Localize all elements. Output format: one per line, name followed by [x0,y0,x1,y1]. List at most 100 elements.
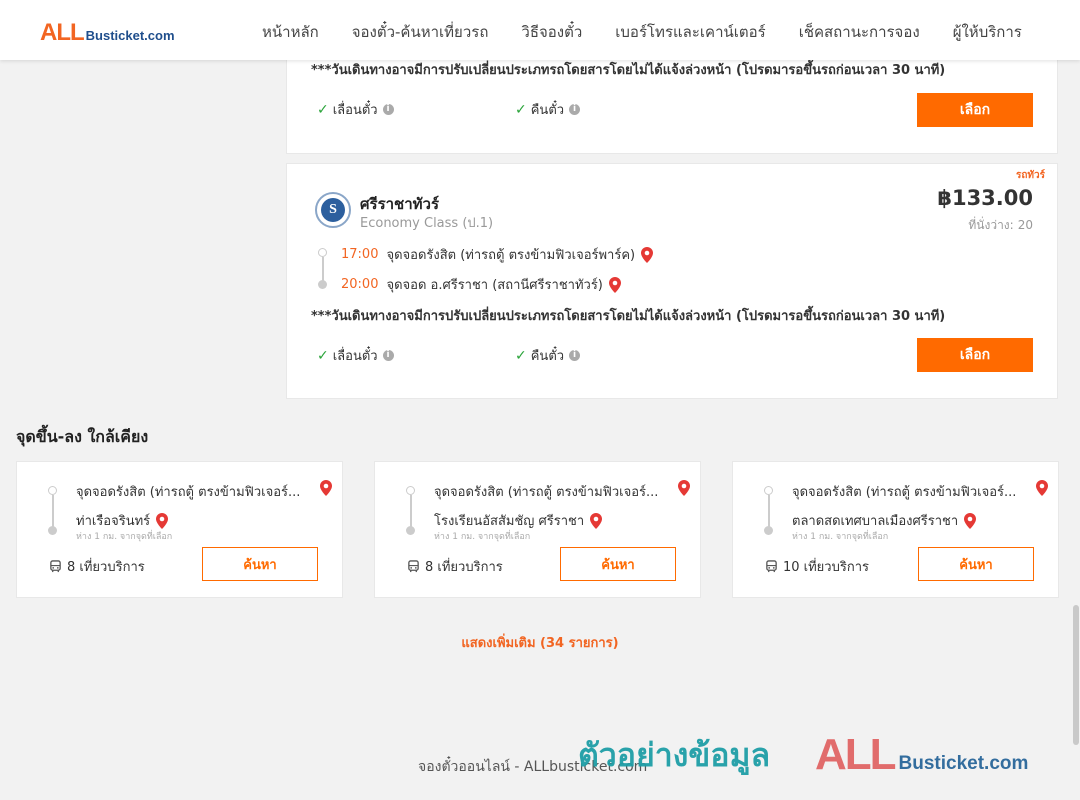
nearby-to: ตลาดสดเทศบาลเมืองศรีราชา [792,510,977,531]
operator-logo-letter: S [321,198,345,222]
check-icon: ✓ [515,101,527,118]
operator-class: Economy Class (ป.1) [360,216,494,231]
timeline-start-dot [48,486,57,495]
ticket-price: ฿133.00 [937,186,1033,210]
map-pin-icon[interactable] [1036,480,1048,496]
site-logo[interactable]: ALL Busticket.com [40,19,175,47]
operator-logo: S [315,192,351,228]
watermark-logo-all: ALL [815,730,897,779]
timeline-end-dot [764,526,773,535]
seats-available: ที่นั่งว่าง: 20 [968,216,1033,235]
nearby-from-name: จุดจอดรังสิต (ท่ารถตู้ ตรงข้ามฟิวเจอร์..… [76,485,301,500]
map-pin-icon[interactable] [608,276,621,293]
map-pin-icon[interactable] [964,512,977,529]
departure-stop: 17:00 จุดจอดรังสิต (ท่ารถตู้ ตรงข้ามฟิวเ… [341,244,654,265]
nearby-to: โรงเรียนอัสสัมชัญ ศรีราชา [434,510,603,531]
map-pin-icon[interactable] [678,480,690,496]
nearby-to-name: โรงเรียนอัสสัมชัญ ศรีราชา [434,514,585,529]
seats-label: ที่นั่งว่าง: [968,218,1014,232]
timeline-start-dot [318,248,327,257]
nav-home[interactable]: หน้าหลัก [262,20,319,44]
watermark-logo: ALL Busticket.com [815,730,1028,780]
timeline-line [768,495,770,527]
nearby-trips-label: 8 เที่ยวบริการ [425,560,503,575]
info-icon[interactable]: i [569,104,581,115]
bus-icon [766,560,777,573]
search-button[interactable]: ค้นหา [918,547,1034,581]
select-button[interactable]: เลือก [917,338,1033,372]
watermark-text: ตัวอย่างข้อมูล [578,736,771,774]
search-button[interactable]: ค้นหา [560,547,676,581]
check-icon: ✓ [515,347,527,364]
route-card: รถทัวร์ S ศรีราชาทัวร์ Economy Class (ป.… [286,163,1058,399]
watermark-logo-rest: Busticket.com [898,753,1029,774]
nearby-distance: ห่าง 1 กม. จากจุดที่เลือก [434,532,531,542]
nearby-from-name: จุดจอดรังสิต (ท่ารถตู้ ตรงข้ามฟิวเจอร์..… [792,485,1017,500]
feature-refund: ✓ คืนตั๋ว i [515,99,581,120]
feature-reschedule-label: เลื่อนตั๋ว [332,103,378,118]
nav-check-booking[interactable]: เช็คสถานะการจอง [799,20,920,44]
timeline-line [410,495,412,527]
arrival-stop: 20:00 จุดจอด อ.ศรีราชา (สถานีศรีราชาทัวร… [341,274,621,295]
arrive-stop-name: จุดจอด อ.ศรีราชา (สถานีศรีราชาทัวร์) [386,278,603,293]
map-pin-icon[interactable] [156,512,169,529]
nav-operators[interactable]: ผู้ให้บริการ [953,20,1022,44]
feature-refund-label: คืนตั๋ว [530,349,565,364]
show-more-link[interactable]: แสดงเพิ่มเติม (34 รายการ) [0,632,1080,653]
feature-reschedule: ✓ เลื่อนตั๋ว i [317,99,394,120]
feature-refund-label: คืนตั๋ว [530,103,565,118]
nearby-card: จุดจอดรังสิต (ท่ารถตู้ ตรงข้ามฟิวเจอร์..… [374,461,701,598]
nearby-to-name: ตลาดสดเทศบาลเมืองศรีราชา [792,514,959,529]
main-nav: หน้าหลัก จองตั๋ว-ค้นหาเที่ยวรถ วิธีจองตั… [262,20,1055,44]
nearby-trips: 10 เที่ยวบริการ [765,556,869,577]
map-pin-icon[interactable] [320,480,332,496]
nearby-trips: 8 เที่ยวบริการ [49,556,145,577]
depart-time: 17:00 [341,247,379,262]
timeline-start-dot [406,486,415,495]
depart-stop-name: จุดจอดรังสิต (ท่ารถตู้ ตรงข้ามฟิวเจอร์พา… [386,248,636,263]
nearby-card: จุดจอดรังสิต (ท่ารถตู้ ตรงข้ามฟิวเจอร์..… [16,461,343,598]
feature-reschedule-label: เลื่อนตั๋ว [332,349,378,364]
nearby-title: จุดขึ้น-ลง ใกล้เคียง [16,427,149,446]
nearby-from: จุดจอดรังสิต (ท่ารถตู้ ตรงข้ามฟิวเจอร์..… [76,481,300,502]
seats-value: 20 [1017,218,1033,232]
timeline-line [322,257,324,281]
timeline-end-dot [48,526,57,535]
select-button[interactable]: เลือก [917,93,1033,127]
arrive-time: 20:00 [341,277,379,292]
bus-icon [408,560,419,573]
scrollbar-thumb[interactable] [1073,605,1079,745]
check-icon: ✓ [317,101,329,118]
map-pin-icon[interactable] [590,512,603,529]
nearby-trips: 8 เที่ยวบริการ [407,556,503,577]
nearby-trips-label: 8 เที่ยวบริการ [67,560,145,575]
info-icon[interactable]: i [382,104,394,115]
feature-refund: ✓ คืนตั๋ว i [515,345,581,366]
top-header: ALL Busticket.com หน้าหลัก จองตั๋ว-ค้นหา… [0,0,1080,60]
logo-all-text: ALL [40,19,85,46]
timeline-end-dot [318,280,327,289]
feature-reschedule: ✓ เลื่อนตั๋ว i [317,345,394,366]
info-icon[interactable]: i [382,350,394,361]
logo-rest-text: Busticket.com [85,28,175,43]
check-icon: ✓ [317,347,329,364]
nav-how-to-book[interactable]: วิธีจองตั๋ว [521,20,582,44]
info-icon[interactable]: i [569,350,581,361]
nearby-trips-label: 10 เที่ยวบริการ [783,560,869,575]
nearby-from-name: จุดจอดรังสิต (ท่ารถตู้ ตรงข้ามฟิวเจอร์..… [434,485,659,500]
nearby-to: ท่าเรือจรินทร์ [76,510,169,531]
nearby-from: จุดจอดรังสิต (ท่ารถตู้ ตรงข้ามฟิวเจอร์..… [434,481,658,502]
timeline-end-dot [406,526,415,535]
nav-book-search[interactable]: จองตั๋ว-ค้นหาเที่ยวรถ [352,20,489,44]
page-scrollbar[interactable] [1072,0,1080,800]
nearby-distance: ห่าง 1 กม. จากจุดที่เลือก [76,532,173,542]
search-button[interactable]: ค้นหา [202,547,318,581]
timeline-start-dot [764,486,773,495]
bus-type-tag: รถทัวร์ [1015,170,1045,181]
timeline-line [52,495,54,527]
nearby-to-name: ท่าเรือจรินทร์ [76,514,151,529]
nearby-card: จุดจอดรังสิต (ท่ารถตู้ ตรงข้ามฟิวเจอร์..… [732,461,1059,598]
nav-contact-counter[interactable]: เบอร์โทรและเคาน์เตอร์ [615,20,765,44]
map-pin-icon[interactable] [641,246,654,263]
nearby-from: จุดจอดรังสิต (ท่ารถตู้ ตรงข้ามฟิวเจอร์..… [792,481,1016,502]
